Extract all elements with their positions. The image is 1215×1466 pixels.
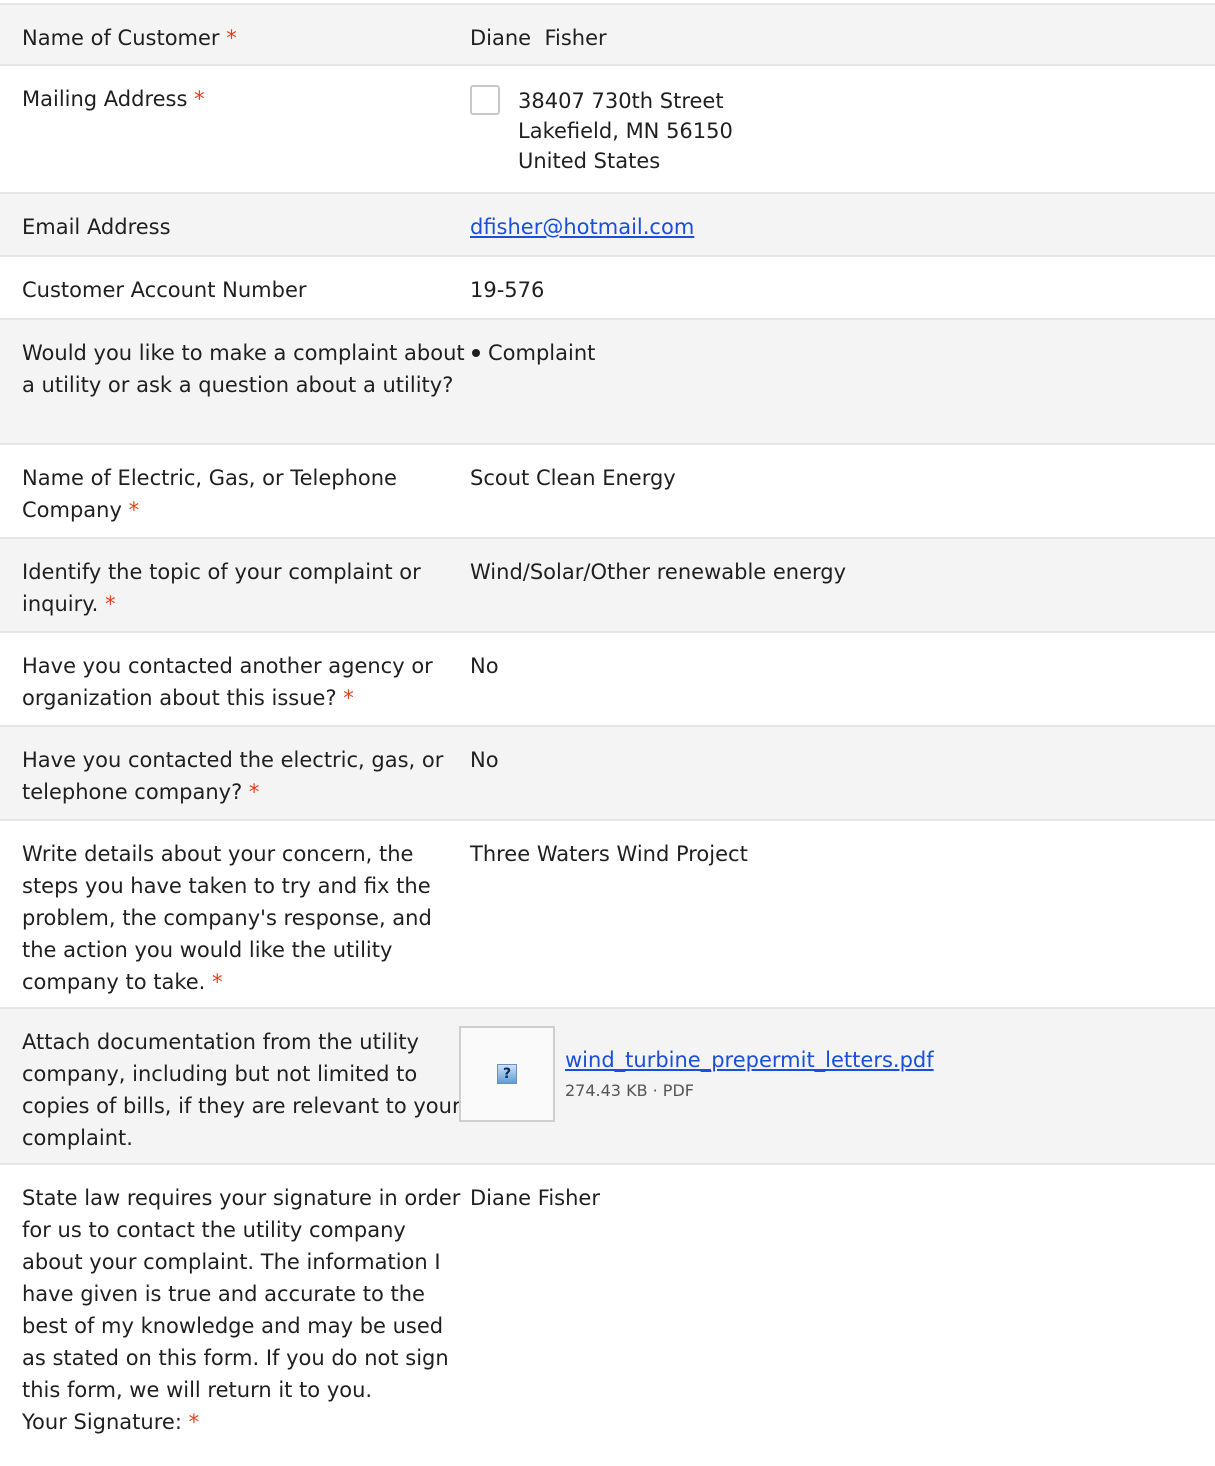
- field-label: Write details about your concern, the st…: [0, 821, 470, 1007]
- file-thumbnail[interactable]: ?: [459, 1026, 555, 1122]
- required-marker: *: [248, 780, 260, 804]
- row-contacted-agency: Have you contacted another agency or org…: [0, 633, 1215, 727]
- label-text: Have you contacted another agency or org…: [22, 654, 433, 710]
- email-link[interactable]: dfisher@hotmail.com: [470, 215, 694, 239]
- signature-label: Your Signature:: [22, 1410, 182, 1434]
- customer-name-value: Diane Fisher: [470, 26, 607, 50]
- address-lines: 38407 730th Street Lakefield, MN 56150 U…: [518, 86, 733, 176]
- details-value: Three Waters Wind Project: [470, 842, 748, 866]
- required-marker: *: [212, 970, 223, 994]
- field-label: Have you contacted the electric, gas, or…: [0, 727, 470, 819]
- account-number-value: 19-576: [470, 278, 545, 302]
- required-marker: *: [188, 1410, 200, 1434]
- row-complaint-type: Would you like to make a complaint about…: [0, 320, 1215, 445]
- contacted-company-value: No: [470, 748, 499, 772]
- label-text: Write details about your concern, the st…: [22, 842, 432, 994]
- address-line-city: Lakefield, MN 56150: [518, 119, 733, 143]
- field-label: Customer Account Number: [22, 278, 307, 302]
- field-label: Attach documentation from the utility co…: [22, 1030, 461, 1150]
- complaint-type-text: Complaint: [488, 341, 596, 365]
- required-marker: *: [128, 498, 140, 522]
- signature-statement: State law requires your signature in ord…: [22, 1186, 461, 1402]
- checkbox-icon[interactable]: [470, 85, 500, 115]
- row-contacted-company: Have you contacted the electric, gas, or…: [0, 727, 1215, 821]
- contacted-agency-value: No: [470, 654, 499, 678]
- label-text: Identify the topic of your complaint or …: [22, 560, 421, 616]
- company-name-value: Scout Clean Energy: [470, 466, 676, 490]
- field-label: Mailing Address *: [0, 66, 470, 192]
- row-signature: State law requires your signature in ord…: [0, 1165, 1215, 1465]
- label-text: Name of Electric, Gas, or Telephone Comp…: [22, 466, 397, 522]
- attachment-link[interactable]: wind_turbine_prepermit_letters.pdf: [565, 1045, 934, 1075]
- required-marker: *: [194, 87, 205, 111]
- field-label: Email Address: [22, 215, 171, 239]
- mailing-address-value: 38407 730th Street Lakefield, MN 56150 U…: [470, 66, 1215, 192]
- label-text: Name of Customer: [22, 26, 220, 50]
- required-marker: *: [343, 686, 354, 710]
- question-file-icon: ?: [497, 1064, 517, 1084]
- label-text: Mailing Address: [22, 87, 188, 111]
- topic-value: Wind/Solar/Other renewable energy: [470, 560, 847, 584]
- label-text: Have you contacted the electric, gas, or…: [22, 748, 444, 804]
- attachment-value: ? wind_turbine_prepermit_letters.pdf 274…: [459, 1009, 1215, 1163]
- required-marker: *: [105, 592, 116, 616]
- required-marker: *: [226, 26, 237, 50]
- bullet-icon: [472, 349, 480, 357]
- row-company-name: Name of Electric, Gas, or Telephone Comp…: [0, 445, 1215, 539]
- signature-value: Diane Fisher: [470, 1186, 600, 1210]
- submission-details: Name of Customer * Diane Fisher Mailing …: [0, 3, 1215, 1465]
- field-label: State law requires your signature in ord…: [0, 1165, 470, 1465]
- email-value: dfisher@hotmail.com: [470, 194, 1215, 255]
- field-label: Identify the topic of your complaint or …: [0, 539, 470, 631]
- row-account-number: Customer Account Number 19-576: [0, 257, 1215, 320]
- field-label: Would you like to make a complaint about…: [22, 341, 465, 397]
- row-mailing-address: Mailing Address * 38407 730th Street Lak…: [0, 66, 1215, 194]
- complaint-type-value: Complaint: [470, 320, 1215, 443]
- field-label: Name of Electric, Gas, or Telephone Comp…: [0, 445, 470, 537]
- address-line-street: 38407 730th Street: [518, 89, 724, 113]
- field-label: Have you contacted another agency or org…: [0, 633, 470, 725]
- row-customer-name: Name of Customer * Diane Fisher: [0, 3, 1215, 66]
- field-label: Name of Customer *: [0, 5, 470, 64]
- row-attachment: Attach documentation from the utility co…: [0, 1009, 1215, 1165]
- row-details: Write details about your concern, the st…: [0, 821, 1215, 1009]
- row-email: Email Address dfisher@hotmail.com: [0, 194, 1215, 257]
- row-topic: Identify the topic of your complaint or …: [0, 539, 1215, 633]
- file-meta: 274.43 KB · PDF: [565, 1081, 694, 1100]
- address-line-country: United States: [518, 149, 661, 173]
